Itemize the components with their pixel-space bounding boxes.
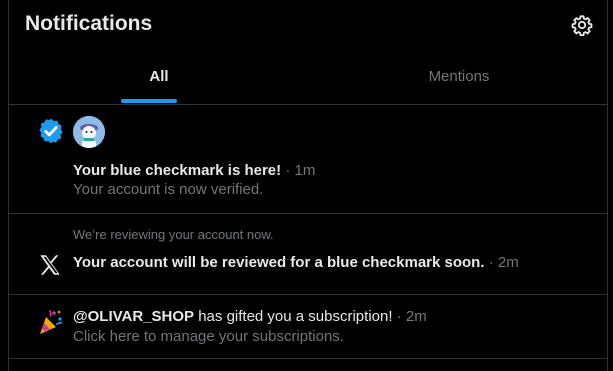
gifter-handle[interactable]: @OLIVAR_SHOP <box>73 308 194 325</box>
party-popper-icon <box>40 310 63 334</box>
notification-item[interactable]: @OLIVAR_SHOP has gifted you a subscripti… <box>9 295 607 359</box>
notification-subtext: Your account is now verified. <box>73 181 264 198</box>
notification-pretext: We’re reviewing your account now. <box>73 227 274 242</box>
notification-headline-row: Your account will be reviewed for a blue… <box>73 254 519 271</box>
notification-headline: has gifted you a subscription! <box>198 308 393 325</box>
notification-headline: Your account will be reviewed for a blue… <box>73 254 485 271</box>
notification-item[interactable]: We’re reviewing your account now. Your a… <box>9 214 607 295</box>
notification-headline: Your blue checkmark is here! <box>73 162 282 179</box>
tab-bar: All Mentions <box>9 52 607 105</box>
header: Notifications <box>9 0 607 50</box>
notification-headline-row: @OLIVAR_SHOP has gifted you a subscripti… <box>73 308 427 325</box>
notification-time: · 1m <box>285 162 316 179</box>
notification-time: · 2m <box>396 308 427 325</box>
page-title: Notifications <box>25 12 153 35</box>
avatar[interactable] <box>73 116 105 148</box>
gear-icon[interactable] <box>571 14 593 36</box>
verified-badge-icon <box>39 118 63 144</box>
x-logo-icon <box>40 255 60 275</box>
tab-active-indicator <box>121 99 177 103</box>
notification-item[interactable]: Your blue checkmark is here! · 1m Your a… <box>9 105 607 214</box>
notification-subtext[interactable]: Click here to manage your subscriptions. <box>73 328 344 345</box>
tab-all[interactable]: All <box>9 52 309 104</box>
notifications-panel: Notifications All Mentions Your blue che… <box>8 0 608 371</box>
notification-headline-row: Your blue checkmark is here! · 1m <box>73 162 315 179</box>
notification-time: · 2m <box>488 254 519 271</box>
tab-mentions[interactable]: Mentions <box>309 52 609 104</box>
